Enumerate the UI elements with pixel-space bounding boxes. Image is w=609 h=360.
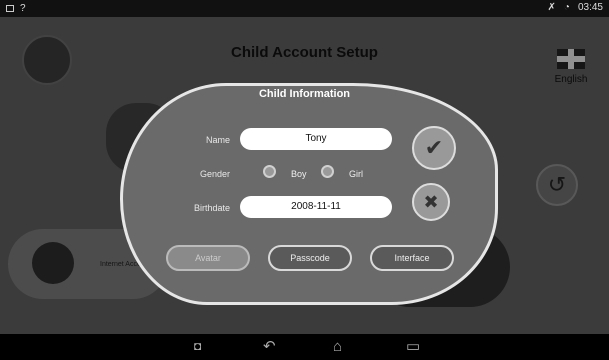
system-nav-bar: ◘ ↶ ⌂ ▭ (0, 334, 609, 360)
gender-girl-radio[interactable] (321, 165, 334, 178)
cancel-button[interactable]: ✖ (412, 183, 450, 221)
dialog-title: Child Information (258, 88, 351, 100)
clock-text: 03:45 (577, 2, 603, 13)
birthdate-label: Birthdate (193, 203, 230, 213)
wifi-icon: ◔ (563, 2, 570, 13)
birthdate-field[interactable]: 2008-11-11 (240, 196, 392, 218)
gender-boy-label: Boy (291, 169, 307, 179)
name-label: Name (205, 135, 230, 145)
tab-passcode[interactable]: Passcode (268, 245, 352, 271)
status-bar: ? ✗ ◔ 03:45 (0, 0, 609, 17)
tab-avatar[interactable]: Avatar (166, 245, 250, 271)
camera-icon[interactable]: ◘ (194, 339, 201, 354)
gender-boy-radio[interactable] (263, 165, 276, 178)
signal-icon: ✗ (547, 2, 556, 13)
gender-girl-label: Girl (349, 169, 363, 179)
tab-interface[interactable]: Interface (370, 245, 454, 271)
confirm-button[interactable]: ✔ (412, 126, 456, 170)
screenshot-notification-icon (6, 5, 14, 12)
nav-home-icon[interactable]: ⌂ (333, 339, 342, 354)
gender-label: Gender (199, 169, 230, 179)
name-field[interactable]: Tony (240, 128, 392, 150)
nav-recents-icon[interactable]: ▭ (406, 339, 420, 354)
cross-icon: ✖ (423, 191, 439, 212)
checkmark-icon: ✔ (424, 135, 444, 160)
nav-back-icon[interactable]: ↶ (263, 339, 276, 354)
question-icon: ? (20, 3, 26, 14)
